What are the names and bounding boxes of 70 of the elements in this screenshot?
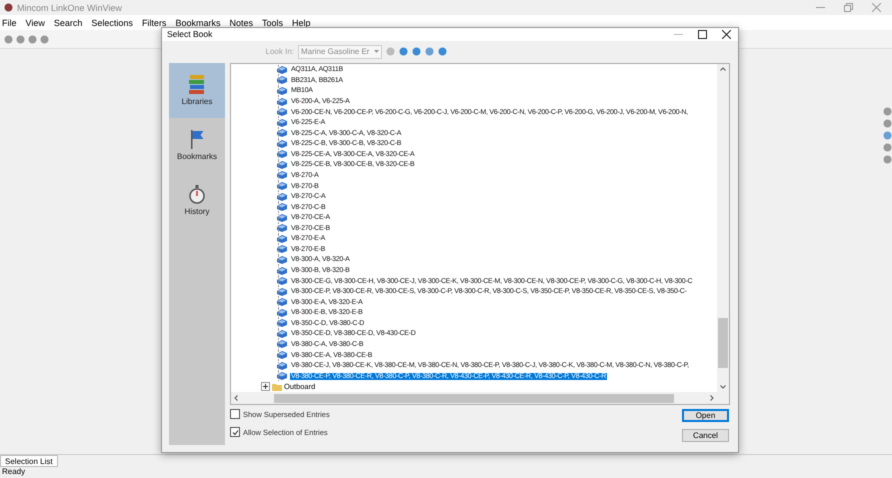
look-in-label: Look In: bbox=[264, 47, 294, 56]
horizontal-scrollbar[interactable] bbox=[231, 392, 717, 404]
book-icon bbox=[277, 118, 287, 127]
book-icon bbox=[277, 150, 287, 158]
book-icon bbox=[277, 129, 287, 138]
book-icon bbox=[277, 330, 287, 338]
book-icon bbox=[277, 171, 287, 180]
book-icon bbox=[277, 192, 287, 201]
books-icon bbox=[188, 74, 206, 94]
menu-item[interactable]: Help bbox=[292, 18, 310, 28]
menu-item[interactable]: Search bbox=[54, 18, 82, 28]
checkbox[interactable] bbox=[230, 427, 240, 437]
book-icon bbox=[277, 266, 287, 275]
sidebar-label: Bookmarks bbox=[176, 152, 217, 162]
checkmark-icon bbox=[232, 428, 238, 436]
sidebar-item[interactable]: History bbox=[169, 172, 225, 228]
dialog-button[interactable]: Cancel bbox=[682, 429, 729, 442]
book-icon bbox=[277, 308, 287, 317]
book-icon bbox=[277, 362, 287, 370]
flag-icon bbox=[189, 129, 205, 150]
scroll-up-icon[interactable] bbox=[720, 66, 726, 71]
book-icon bbox=[277, 319, 287, 328]
book-icon bbox=[277, 98, 287, 106]
book-icon bbox=[277, 224, 287, 232]
menu-item[interactable]: Bookmarks bbox=[175, 18, 220, 28]
scroll-left-icon[interactable] bbox=[234, 395, 238, 401]
vertical-scrollbar[interactable] bbox=[717, 64, 729, 392]
restore-icon[interactable] bbox=[844, 3, 852, 12]
book-icon bbox=[277, 351, 287, 360]
book-icon bbox=[277, 340, 287, 348]
book-icon bbox=[277, 214, 287, 222]
menu-item[interactable]: Filters bbox=[142, 18, 166, 28]
sidebar-item[interactable]: Bookmarks bbox=[169, 118, 225, 173]
sidebar-label: Libraries bbox=[182, 97, 212, 106]
book-icon bbox=[277, 234, 287, 243]
book-icon bbox=[277, 288, 287, 296]
book-icon bbox=[277, 298, 287, 306]
book-icon bbox=[277, 140, 287, 148]
stopwatch-icon bbox=[188, 184, 206, 204]
expander-icon[interactable] bbox=[261, 382, 270, 392]
scrollbar-thumb[interactable] bbox=[274, 394, 674, 402]
dialog-button[interactable]: Open bbox=[682, 409, 729, 422]
app-icon bbox=[4, 3, 13, 12]
book-icon bbox=[277, 160, 287, 169]
scroll-down-icon[interactable] bbox=[720, 385, 726, 389]
book-icon bbox=[277, 76, 287, 84]
dialog-title: Select Book bbox=[167, 29, 214, 40]
book-icon bbox=[277, 372, 287, 380]
checkbox[interactable] bbox=[230, 409, 240, 419]
maximize-icon[interactable] bbox=[698, 30, 706, 39]
book-icon bbox=[277, 245, 287, 254]
window-title: Mincom LinkOne WinView bbox=[17, 2, 123, 12]
book-icon bbox=[277, 66, 287, 74]
close-icon[interactable] bbox=[722, 30, 730, 39]
menu-item[interactable]: View bbox=[26, 18, 45, 28]
menu-item[interactable]: Notes bbox=[229, 18, 253, 28]
book-icon bbox=[277, 182, 287, 190]
scrollbar-thumb[interactable] bbox=[718, 318, 728, 368]
selection-list-tab[interactable]: Selection List bbox=[0, 455, 58, 467]
menu-item[interactable]: File bbox=[2, 18, 17, 28]
book-icon bbox=[277, 108, 287, 116]
menu-item[interactable]: Selections bbox=[91, 18, 133, 28]
sidebar-label: History bbox=[184, 207, 210, 216]
book-icon bbox=[277, 86, 287, 95]
menu-item[interactable]: Tools bbox=[262, 18, 283, 28]
book-icon bbox=[277, 277, 287, 286]
sidebar-item[interactable]: Libraries bbox=[169, 62, 225, 118]
book-icon bbox=[277, 203, 287, 212]
book-icon bbox=[277, 256, 287, 264]
scroll-right-icon[interactable] bbox=[710, 395, 714, 401]
